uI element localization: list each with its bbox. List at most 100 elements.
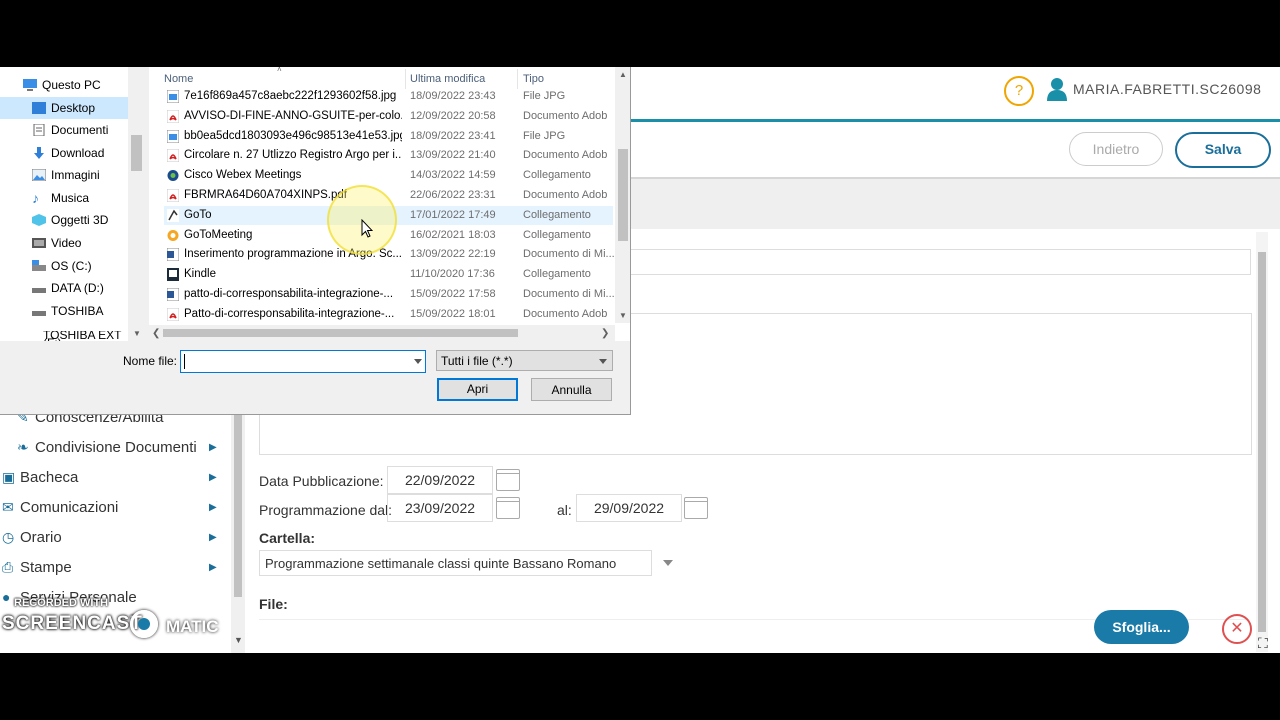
file-row[interactable]: Inserimento programmazione in Argo. Sc..… [164,245,615,264]
column-header-modified[interactable]: Ultima modifica [410,73,485,85]
file-modified: 17/01/2022 17:49 [410,208,496,221]
file-row[interactable]: 7e16f869a457c8aebc222f1293602f58.jpg 18/0… [164,87,613,106]
scroll-up-icon[interactable]: ▲ [619,70,627,79]
cancel-button[interactable]: Annulla [531,378,612,401]
chevron-right-icon[interactable]: ▶ [209,562,217,573]
file-name: Kindle [184,268,216,281]
watermark-brand-left: SCREENCAST [2,613,143,634]
file-name: Patto-di-corresponsabilita-integrazione-… [184,307,395,320]
sidebar-item-orario[interactable]: ◷ Orario [2,529,62,546]
file-type-filter[interactable]: Tutti i file (*.*) [436,350,613,371]
sidebar-item-stampe[interactable]: ⎙ Stampe [2,559,72,576]
chevron-down-icon[interactable] [599,359,607,364]
3d-objects-icon [32,214,46,226]
nav-item-os-c[interactable]: OS (C:) [0,255,128,277]
schedule-to-input[interactable]: 29/09/2022 [576,494,682,522]
help-icon[interactable]: ? [1004,76,1034,106]
calendar-icon[interactable] [496,469,520,491]
scroll-down-icon[interactable]: ▼ [234,635,243,645]
drive-icon [32,260,46,271]
nav-item-label: DATA (D:) [51,281,104,295]
file-modified: 12/09/2022 20:58 [410,109,496,122]
file-row[interactable]: Kindle 11/10/2020 17:36 Collegamento [164,265,613,284]
column-header-name[interactable]: Nome [164,73,193,85]
scroll-down-icon[interactable]: ▼ [133,329,141,338]
images-icon [32,169,46,181]
file-list-scrollbar-thumb[interactable] [618,149,628,241]
file-modified: 18/09/2022 23:43 [410,90,496,102]
sidebar-scrollbar[interactable]: ▼ [231,407,245,653]
column-header-type[interactable]: Tipo [523,73,544,85]
file-name: Cisco Webex Meetings [184,169,302,182]
back-button[interactable]: Indietro [1069,132,1163,166]
file-modified: 22/06/2022 23:31 [410,189,496,201]
file-modified: 13/09/2022 21:40 [410,149,496,162]
nav-item-musica[interactable]: ♪ Musica [0,187,128,209]
calendar-icon[interactable] [496,497,520,519]
nav-item-toshiba[interactable]: TOSHIBA EXT (F [0,300,128,322]
file-row[interactable]: AVVISO-DI-FINE-ANNO-GSUITE-per-colo... 12… [164,107,613,126]
file-list-hscrollbar[interactable]: ❮ ❯ [149,325,615,341]
chevron-right-icon[interactable]: ▶ [209,472,217,483]
open-button[interactable]: Apri [437,378,518,401]
sidebar-item-bacheca[interactable]: ▣ Bacheca [2,469,78,486]
scroll-right-icon[interactable]: ❯ [601,328,609,339]
sidebar-item-condivisione[interactable]: ❧ Condivisione Documenti [17,439,197,456]
page-scrollbar[interactable] [1256,232,1268,652]
nav-scrollbar-thumb[interactable] [131,135,142,171]
folder-select[interactable]: Programmazione settimanale classi quinte… [259,550,652,576]
close-icon[interactable]: ✕ [1222,614,1252,644]
file-type: Documento Adob [523,149,608,162]
column-divider[interactable] [405,69,406,89]
file-modified: 13/09/2022 22:19 [410,248,496,261]
folder-label: Cartella: [259,530,316,546]
word-icon [166,287,180,302]
calendar-icon[interactable] [684,497,708,519]
schedule-from-input[interactable]: 23/09/2022 [387,494,493,522]
scroll-left-icon[interactable]: ❮ [152,328,160,339]
column-divider[interactable] [517,69,518,89]
nav-item-desktop[interactable]: Desktop [0,97,128,119]
filename-input[interactable] [180,350,426,373]
title-field[interactable] [630,249,1251,275]
chevron-right-icon[interactable]: ▶ [209,502,217,513]
publication-date-input[interactable]: 22/09/2022 [387,466,493,494]
chevron-down-icon[interactable] [414,359,422,364]
file-row[interactable]: bb0ea5dcd1803093e496c98513e41e53.jpg 18/0… [164,127,613,146]
scroll-down-icon[interactable]: ▼ [619,311,627,320]
nav-item-questo-pc[interactable]: Questo PC [0,74,128,96]
text-caret [184,354,185,369]
file-row[interactable]: Patto-di-corresponsabilita-integrazione-… [164,305,613,324]
nav-item-label: Video [51,236,82,250]
chevron-down-icon[interactable] [663,560,673,566]
nav-item-oggetti-3d[interactable]: Oggetti 3D [0,209,128,231]
video-icon [32,238,46,248]
chevron-right-icon[interactable]: ▶ [209,532,217,543]
file-row[interactable]: Circolare n. 27 Utlizzo Registro Argo pe… [164,146,613,165]
nav-item-immagini[interactable]: Immagini [0,164,128,186]
nav-item-documenti[interactable]: Documenti [0,119,128,141]
header-divider [630,119,1280,122]
nav-item-toshiba-2[interactable]: TOSHIBA EXT (F:) [0,331,128,341]
file-row[interactable]: Cisco Webex Meetings 14/03/2022 14:59 Coll… [164,166,613,185]
page-scrollbar-thumb[interactable] [1258,252,1266,632]
desktop-icon [32,102,46,114]
file-list-hscrollbar-thumb[interactable] [163,329,518,337]
nav-item-video[interactable]: Video [0,232,128,254]
chevron-right-icon[interactable]: ▶ [209,442,217,453]
save-button[interactable]: Salva [1175,132,1271,168]
schedule-to-label: al: [557,502,572,518]
nav-item-download[interactable]: Download [0,142,128,164]
file-row[interactable]: patto-di-corresponsabilita-integrazione-… [164,285,615,304]
nav-item-data-d[interactable]: DATA (D:) [0,277,128,299]
sidebar-item-comunicazioni[interactable]: ✉ Comunicazioni [2,499,118,516]
nav-scrollbar[interactable] [128,67,145,341]
browse-button[interactable]: Sfoglia... [1094,610,1189,644]
file-list-scrollbar[interactable]: ▲ ▼ [615,67,630,323]
file-type: Collegamento [523,228,591,241]
file-type: File JPG [523,129,566,142]
file-modified: 11/10/2020 17:36 [410,268,495,281]
sidebar-scrollbar-thumb[interactable] [234,407,242,597]
watermark-brand-right: MATIC [166,617,219,636]
user-name[interactable]: MARIA.FABRETTI.SC26098 [1073,81,1261,97]
